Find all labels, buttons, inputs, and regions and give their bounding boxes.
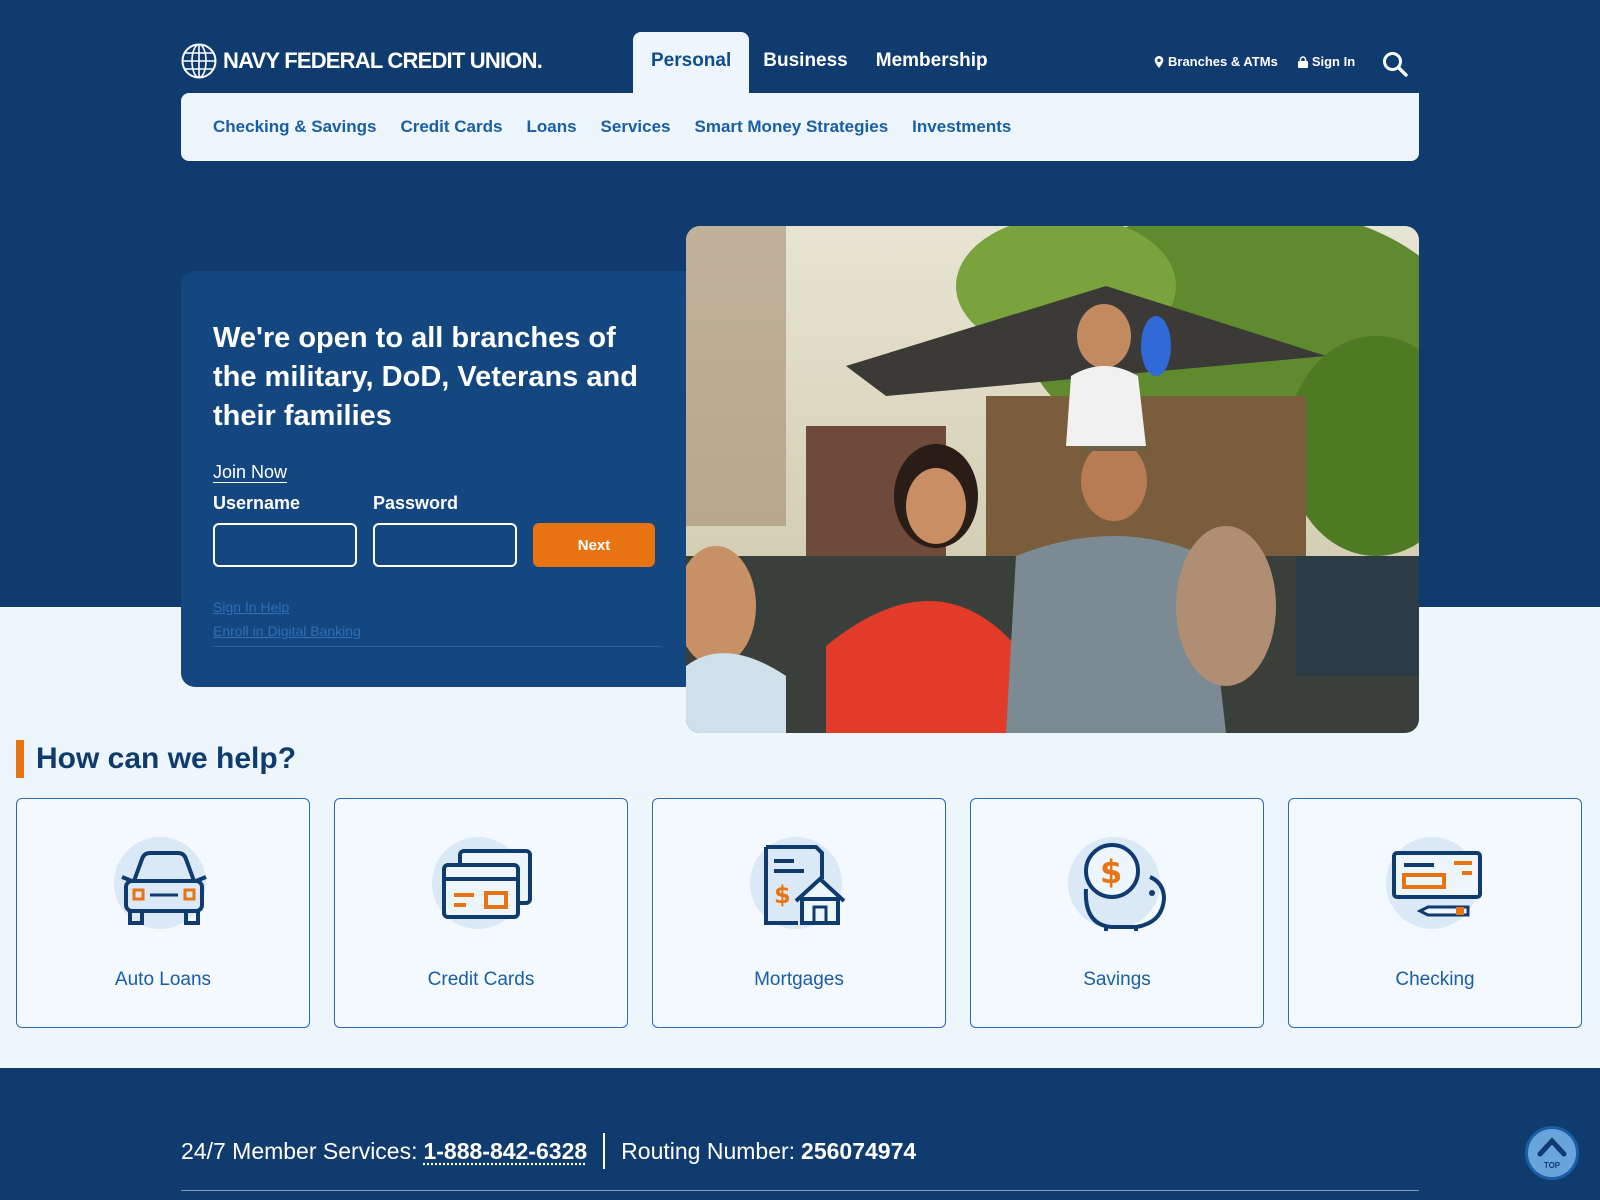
chevron-up-icon [1537, 1137, 1567, 1157]
map-pin-icon [1154, 55, 1164, 68]
subnav-services[interactable]: Services [601, 117, 671, 137]
tile-savings[interactable]: $ Savings [970, 798, 1264, 1028]
username-label: Username [213, 493, 301, 513]
tile-label: Checking [1395, 969, 1475, 990]
sign-in-help-link[interactable]: Sign In Help [213, 595, 661, 619]
tab-membership[interactable]: Membership [862, 32, 1002, 93]
hero-family-photo [686, 226, 1419, 733]
hero-title: We're open to all branches of the milita… [213, 322, 638, 432]
next-button[interactable]: Next [533, 523, 655, 567]
footer-divider [603, 1133, 606, 1169]
password-input[interactable] [373, 523, 517, 567]
car-icon [121, 851, 207, 925]
piggy-bank-icon: $ [1083, 843, 1167, 931]
credit-cards-icon [442, 849, 532, 919]
footer-rule [181, 1190, 1419, 1191]
help-section-heading: How can we help? [16, 740, 296, 778]
tab-personal[interactable]: Personal [633, 32, 750, 93]
back-to-top-button[interactable]: TOP [1525, 1126, 1579, 1180]
tile-label: Credit Cards [427, 969, 535, 990]
svg-text:$: $ [1100, 853, 1122, 891]
join-now-link[interactable]: Join Now [213, 462, 287, 483]
subnav-investments[interactable]: Investments [912, 117, 1011, 137]
username-field-group: Username [213, 493, 357, 567]
username-input[interactable] [213, 523, 357, 567]
subnav-credit-cards[interactable]: Credit Cards [400, 117, 502, 137]
routing-number-value: 256074974 [801, 1137, 917, 1164]
logo-text: NAVY FEDERAL CREDIT UNION. [223, 48, 543, 73]
house-document-icon: $ [764, 845, 846, 925]
help-title: How can we help? [36, 742, 297, 775]
utility-nav: Branches & ATMs Sign In [1154, 54, 1355, 69]
subnav-checking-savings[interactable]: Checking & Savings [213, 117, 376, 137]
password-field-group: Password [373, 493, 517, 567]
tile-mortgages[interactable]: $ Mortgages [652, 798, 946, 1028]
back-to-top-label: TOP [1543, 1161, 1561, 1170]
tile-label: Auto Loans [114, 969, 212, 990]
password-label: Password [373, 493, 459, 513]
login-card: We're open to all branches of the milita… [181, 271, 701, 687]
branches-atms-link[interactable]: Branches & ATMs [1154, 54, 1278, 69]
product-tiles: Auto Loans Credit Cards $ Mortgages $ Sa… [16, 798, 1582, 1028]
sign-in-link[interactable]: Sign In [1297, 54, 1356, 69]
search-icon[interactable] [1381, 50, 1409, 78]
tab-business[interactable]: Business [749, 32, 861, 93]
branches-atms-label: Branches & ATMs [1168, 54, 1278, 69]
subnav-loans[interactable]: Loans [526, 117, 576, 137]
tile-checking[interactable]: Checking [1288, 798, 1582, 1028]
globe-icon [181, 43, 217, 79]
logo[interactable]: NAVY FEDERAL CREDIT UNION. [181, 43, 543, 79]
heading-accent-bar [16, 740, 24, 778]
routing-number-label: Routing Number: [621, 1137, 796, 1164]
sub-navigation: Checking & Savings Credit Cards Loans Se… [181, 93, 1419, 161]
subnav-smart-money[interactable]: Smart Money Strategies [694, 117, 888, 137]
footer-contact: 24/7 Member Services: 1-888-842-6328 Rou… [181, 1133, 916, 1169]
tile-label: Savings [1083, 969, 1151, 990]
main-tabs: Personal Business Membership [633, 32, 1002, 93]
enroll-digital-banking-link[interactable]: Enroll in Digital Banking [213, 619, 661, 643]
tile-auto-loans[interactable]: Auto Loans [16, 798, 310, 1028]
tile-credit-cards[interactable]: Credit Cards [334, 798, 628, 1028]
check-icon [1392, 851, 1482, 917]
member-services-label: 24/7 Member Services: [181, 1137, 418, 1164]
login-form: Username Password Next [213, 493, 669, 567]
lock-icon [1297, 55, 1308, 68]
member-services-phone-link[interactable]: 1-888-842-6328 [423, 1138, 587, 1165]
svg-text:$: $ [774, 881, 791, 909]
login-help-links: Sign In Help Enroll in Digital Banking [213, 595, 661, 647]
sign-in-label: Sign In [1311, 54, 1356, 69]
tile-label: Mortgages [754, 969, 844, 990]
